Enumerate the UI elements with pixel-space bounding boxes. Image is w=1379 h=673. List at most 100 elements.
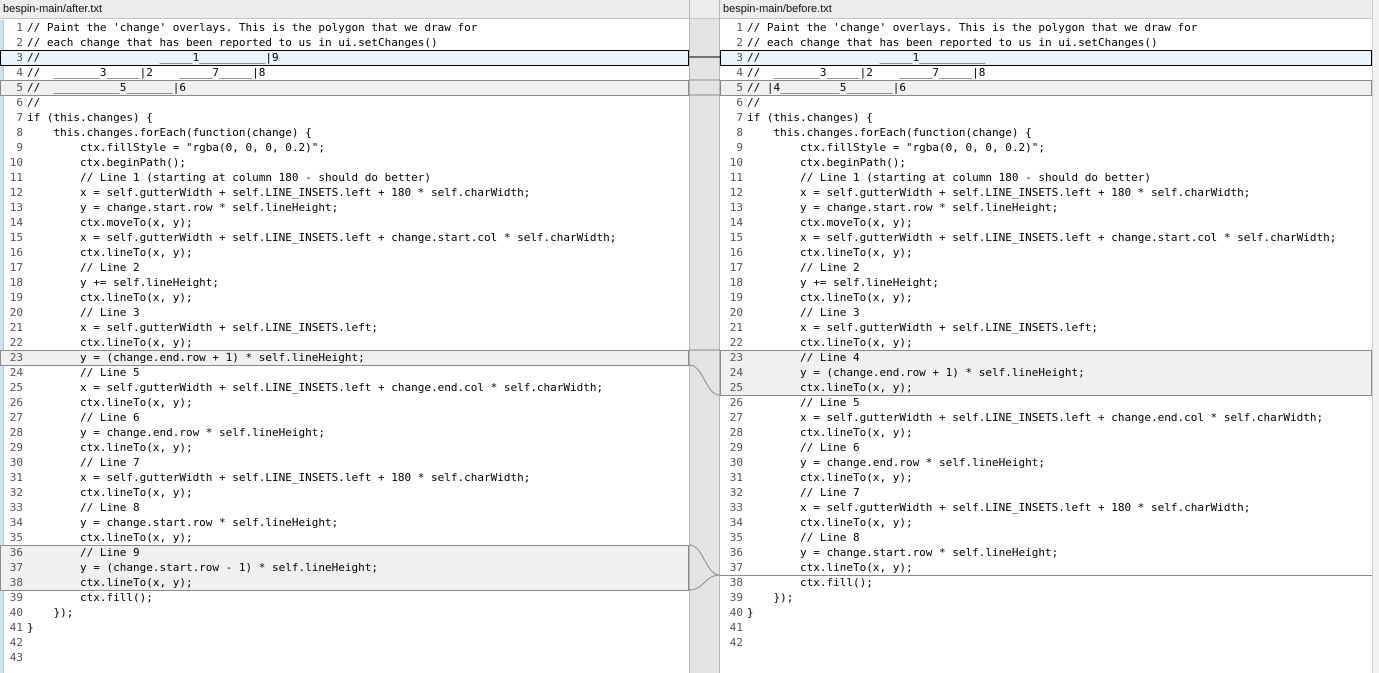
code-line[interactable]: 7 if (this.changes) { bbox=[720, 110, 1372, 125]
code-line[interactable]: 16 ctx.lineTo(x, y); bbox=[720, 245, 1372, 260]
code-line[interactable]: 6 // bbox=[720, 95, 1372, 110]
right-editor-pane[interactable]: bespin-main/before.txt 1 // Paint the 'ch… bbox=[720, 0, 1372, 673]
line-text: ctx.beginPath(); bbox=[27, 156, 186, 169]
code-line[interactable]: 24 y = (change.end.row + 1) * self.lineH… bbox=[720, 365, 1372, 380]
code-line[interactable]: 38 ctx.fill(); bbox=[720, 575, 1372, 590]
code-line[interactable]: 2 // each change that has been reported t… bbox=[720, 35, 1372, 50]
code-line[interactable]: 1 // Paint the 'change' overlays. This is… bbox=[720, 20, 1372, 35]
code-line[interactable]: 35 // Line 8 bbox=[720, 530, 1372, 545]
code-line[interactable]: 11 // Line 1 (starting at column 180 - s… bbox=[0, 170, 689, 185]
line-text: x = self.gutterWidth + self.LINE_INSETS.… bbox=[747, 501, 1251, 514]
code-line[interactable]: 39 }); bbox=[720, 590, 1372, 605]
code-line[interactable]: 17 // Line 2 bbox=[720, 260, 1372, 275]
code-line[interactable]: 25 x = self.gutterWidth + self.LINE_INSE… bbox=[0, 380, 689, 395]
line-number: 5 bbox=[736, 81, 743, 94]
code-line[interactable]: 20 // Line 3 bbox=[720, 305, 1372, 320]
code-line[interactable]: 10 ctx.beginPath(); bbox=[0, 155, 689, 170]
line-number: 21 bbox=[9, 321, 23, 334]
code-line[interactable]: 4 // _______3_____|2 _____7_____|8 bbox=[720, 65, 1372, 80]
code-line[interactable]: 11 // Line 1 (starting at column 180 - s… bbox=[720, 170, 1372, 185]
code-line[interactable]: 18 y += self.lineHeight; bbox=[720, 275, 1372, 290]
code-line[interactable]: 30 y = change.end.row * self.lineHeight; bbox=[720, 455, 1372, 470]
right-code-area[interactable]: 1 // Paint the 'change' overlays. This is… bbox=[720, 20, 1372, 673]
line-number: 24 bbox=[729, 366, 743, 379]
code-line[interactable]: 9 ctx.fillStyle = "rgba(0, 0, 0, 0.2)"; bbox=[720, 140, 1372, 155]
code-line[interactable]: 25 ctx.lineTo(x, y); bbox=[720, 380, 1372, 395]
code-line[interactable]: 40 }); bbox=[0, 605, 689, 620]
code-line[interactable]: 7 if (this.changes) { bbox=[0, 110, 689, 125]
code-line[interactable]: 5 // |4_________5_______|6 bbox=[720, 80, 1372, 95]
code-line[interactable]: 12 x = self.gutterWidth + self.LINE_INSE… bbox=[0, 185, 689, 200]
code-line[interactable]: 42 bbox=[720, 635, 1372, 650]
code-line[interactable]: 31 ctx.lineTo(x, y); bbox=[720, 470, 1372, 485]
code-line[interactable]: 29 ctx.lineTo(x, y); bbox=[0, 440, 689, 455]
code-line[interactable]: 13 y = change.start.row * self.lineHeigh… bbox=[720, 200, 1372, 215]
code-line[interactable]: 18 y += self.lineHeight; bbox=[0, 275, 689, 290]
code-line[interactable]: 34 y = change.start.row * self.lineHeigh… bbox=[0, 515, 689, 530]
left-editor-pane[interactable]: bespin-main/after.txt 1 // Paint the 'cha… bbox=[0, 0, 689, 673]
code-line[interactable]: 27 x = self.gutterWidth + self.LINE_INSE… bbox=[720, 410, 1372, 425]
code-line[interactable]: 9 ctx.fillStyle = "rgba(0, 0, 0, 0.2)"; bbox=[0, 140, 689, 155]
code-line[interactable]: 23 y = (change.end.row + 1) * self.lineH… bbox=[0, 350, 689, 365]
code-line[interactable]: 14 ctx.moveTo(x, y); bbox=[0, 215, 689, 230]
code-line[interactable]: 17 // Line 2 bbox=[0, 260, 689, 275]
code-line[interactable]: 3 // _____1__________|9 bbox=[0, 50, 689, 65]
code-line[interactable]: 23 // Line 4 bbox=[720, 350, 1372, 365]
code-line[interactable]: 30 // Line 7 bbox=[0, 455, 689, 470]
code-line[interactable]: 26 // Line 5 bbox=[720, 395, 1372, 410]
code-line[interactable]: 41 bbox=[720, 620, 1372, 635]
code-line[interactable]: 32 // Line 7 bbox=[720, 485, 1372, 500]
code-line[interactable]: 21 x = self.gutterWidth + self.LINE_INSE… bbox=[720, 320, 1372, 335]
line-text: ctx.fillStyle = "rgba(0, 0, 0, 0.2)"; bbox=[27, 141, 326, 154]
code-line[interactable]: 41} bbox=[0, 620, 689, 635]
code-line[interactable]: 3 // _____1__________ bbox=[720, 50, 1372, 65]
code-line[interactable]: 28 y = change.end.row * self.lineHeight; bbox=[0, 425, 689, 440]
code-line[interactable]: 20 // Line 3 bbox=[0, 305, 689, 320]
code-line[interactable]: 42 bbox=[0, 635, 689, 650]
code-line[interactable]: 27 // Line 6 bbox=[0, 410, 689, 425]
code-line[interactable]: 13 y = change.start.row * self.lineHeigh… bbox=[0, 200, 689, 215]
code-line[interactable]: 1 // Paint the 'change' overlays. This is… bbox=[0, 20, 689, 35]
code-line[interactable]: 28 ctx.lineTo(x, y); bbox=[720, 425, 1372, 440]
left-code-area[interactable]: 1 // Paint the 'change' overlays. This is… bbox=[0, 20, 689, 673]
code-line[interactable]: 32 ctx.lineTo(x, y); bbox=[0, 485, 689, 500]
code-line[interactable]: 43 bbox=[0, 650, 689, 665]
code-line[interactable]: 33 x = self.gutterWidth + self.LINE_INSE… bbox=[720, 500, 1372, 515]
code-line[interactable]: 5 // __________5_______|6 bbox=[0, 80, 689, 95]
code-line[interactable]: 14 ctx.moveTo(x, y); bbox=[720, 215, 1372, 230]
line-text: // _____1__________ bbox=[747, 51, 986, 64]
code-line[interactable]: 8 this.changes.forEach(function(change) … bbox=[0, 125, 689, 140]
code-line[interactable]: 16 ctx.lineTo(x, y); bbox=[0, 245, 689, 260]
code-line[interactable]: 39 ctx.fill(); bbox=[0, 590, 689, 605]
code-line[interactable]: 33 // Line 8 bbox=[0, 500, 689, 515]
code-line[interactable]: 22 ctx.lineTo(x, y); bbox=[0, 335, 689, 350]
code-line[interactable]: 37 y = (change.start.row - 1) * self.lin… bbox=[0, 560, 689, 575]
line-text: ctx.lineTo(x, y); bbox=[27, 396, 193, 409]
code-line[interactable]: 19 ctx.lineTo(x, y); bbox=[0, 290, 689, 305]
code-line[interactable]: 15 x = self.gutterWidth + self.LINE_INSE… bbox=[720, 230, 1372, 245]
code-line[interactable]: 26 ctx.lineTo(x, y); bbox=[0, 395, 689, 410]
code-line[interactable]: 6 // bbox=[0, 95, 689, 110]
code-line[interactable]: 34 ctx.lineTo(x, y); bbox=[720, 515, 1372, 530]
code-line[interactable]: 21 x = self.gutterWidth + self.LINE_INSE… bbox=[0, 320, 689, 335]
code-line[interactable]: 40} bbox=[720, 605, 1372, 620]
vertical-scrollbar[interactable] bbox=[1372, 0, 1379, 673]
code-line[interactable]: 22 ctx.lineTo(x, y); bbox=[720, 335, 1372, 350]
code-line[interactable]: 37 ctx.lineTo(x, y); bbox=[720, 560, 1372, 575]
code-line[interactable]: 15 x = self.gutterWidth + self.LINE_INSE… bbox=[0, 230, 689, 245]
code-line[interactable]: 35 ctx.lineTo(x, y); bbox=[0, 530, 689, 545]
code-line[interactable]: 4 // _______3_____|2 _____7_____|8 bbox=[0, 65, 689, 80]
code-line[interactable]: 12 x = self.gutterWidth + self.LINE_INSE… bbox=[720, 185, 1372, 200]
code-line[interactable]: 19 ctx.lineTo(x, y); bbox=[720, 290, 1372, 305]
code-line[interactable]: 10 ctx.beginPath(); bbox=[720, 155, 1372, 170]
code-line[interactable]: 2 // each change that has been reported t… bbox=[0, 35, 689, 50]
code-line[interactable]: 36 // Line 9 bbox=[0, 545, 689, 560]
code-line[interactable]: 31 x = self.gutterWidth + self.LINE_INSE… bbox=[0, 470, 689, 485]
line-text: // Line 6 bbox=[27, 411, 140, 424]
code-line[interactable]: 8 this.changes.forEach(function(change) … bbox=[720, 125, 1372, 140]
code-line[interactable]: 29 // Line 6 bbox=[720, 440, 1372, 455]
code-line[interactable]: 24 // Line 5 bbox=[0, 365, 689, 380]
line-number: 13 bbox=[729, 201, 743, 214]
code-line[interactable]: 36 y = change.start.row * self.lineHeigh… bbox=[720, 545, 1372, 560]
code-line[interactable]: 38 ctx.lineTo(x, y); bbox=[0, 575, 689, 590]
